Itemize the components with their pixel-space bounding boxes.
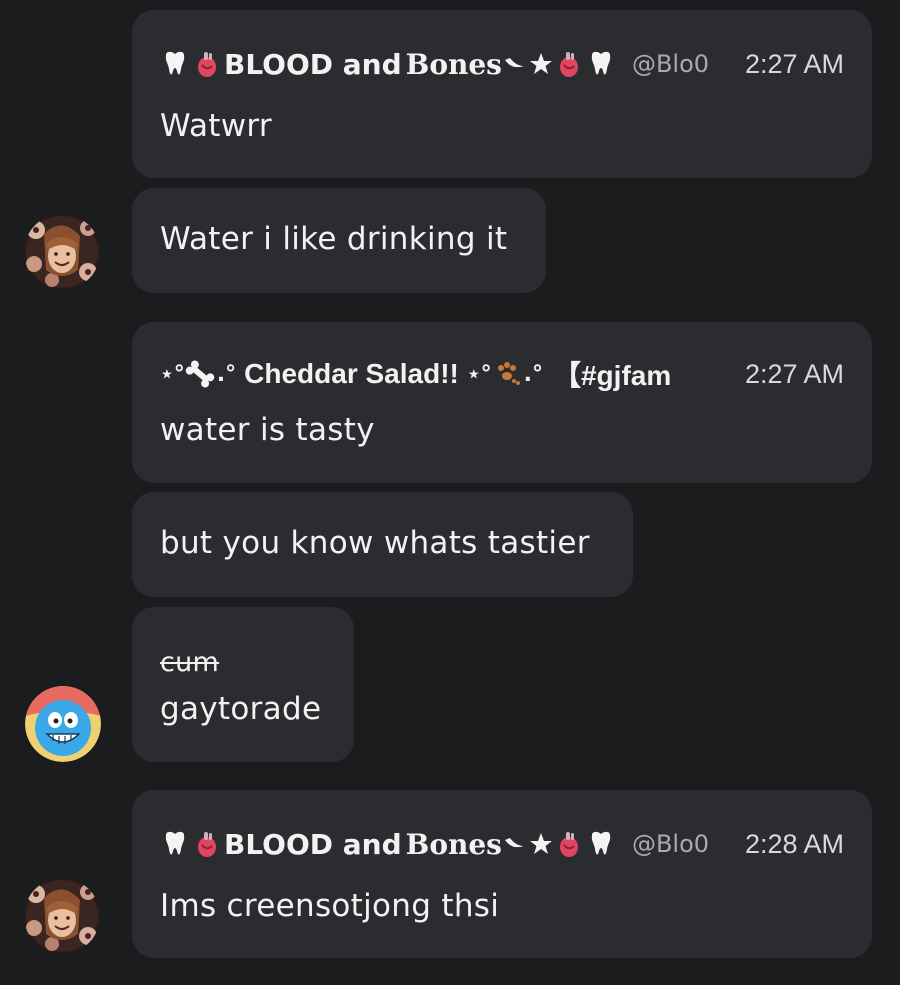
bone-icon — [185, 359, 215, 389]
message-bubble[interactable]: BLOOD and Bones @Blo0 2:28 AM Ims creens… — [132, 790, 872, 958]
name-decoration: ⋆° — [466, 361, 492, 387]
author-handle[interactable]: @Blo0 — [632, 50, 709, 78]
struck-text: cum — [160, 647, 220, 678]
author-name-fancy: Bones — [405, 827, 502, 861]
tooth-icon — [586, 829, 616, 859]
message-text: Ims creensotjong thsi — [160, 888, 500, 924]
author-name-text: BLOOD and — [224, 827, 402, 861]
message-timestamp: 2:27 AM — [744, 48, 844, 79]
pentagram-icon — [529, 828, 552, 861]
user-avatar[interactable] — [25, 686, 101, 762]
tooth-icon — [586, 49, 616, 79]
author-handle[interactable]: @Blo0 — [632, 830, 709, 858]
anatomical-heart-icon — [192, 829, 222, 859]
name-decoration: ⋆° — [160, 361, 185, 387]
author-tag: 【#gjfam — [552, 360, 672, 391]
author-name-fancy: Bones — [405, 47, 502, 81]
message-timestamp: 2:27 AM — [744, 358, 844, 389]
name-decoration-sparkle: .° — [216, 361, 237, 387]
message-header: ⋆° .° Cheddar Salad!! ⋆° .° 【#gjfam 2:27… — [160, 354, 844, 394]
message-header: BLOOD and Bones @Blo0 2:27 AM — [160, 44, 844, 84]
author-name-text: Cheddar Salad!! — [244, 358, 459, 389]
message-header: BLOOD and Bones @Blo0 2:28 AM — [160, 824, 844, 864]
message-text: Watwrr — [160, 108, 272, 144]
message-text: water is tasty — [160, 412, 375, 448]
name-decoration-sparkle: .° — [523, 361, 543, 387]
message-bubble[interactable]: but you know whats tastier — [132, 492, 633, 597]
anatomical-heart-icon — [554, 829, 584, 859]
paw-prints-icon — [492, 359, 522, 389]
message-bubble[interactable]: cum gaytorade — [132, 607, 354, 762]
message-text: but you know whats tastier — [160, 525, 590, 561]
message-text: gaytorade — [160, 691, 322, 727]
user-avatar[interactable] — [24, 214, 100, 290]
message-text: Water i like drinking it — [160, 221, 508, 257]
author-name[interactable]: BLOOD and Bones @Blo0 — [160, 828, 727, 861]
wing-icon — [504, 828, 526, 861]
author-name[interactable]: ⋆° .° Cheddar Salad!! ⋆° .° 【#gjfam — [160, 354, 727, 394]
author-name-text: BLOOD and — [224, 47, 402, 81]
tooth-icon — [160, 829, 190, 859]
message-bubble[interactable]: Water i like drinking it — [132, 188, 546, 293]
user-avatar[interactable] — [24, 878, 100, 954]
anatomical-heart-icon — [554, 49, 584, 79]
author-name[interactable]: BLOOD and Bones @Blo0 — [160, 48, 727, 81]
tooth-icon — [160, 49, 190, 79]
wing-icon — [504, 48, 526, 81]
message-timestamp: 2:28 AM — [744, 828, 844, 859]
message-bubble[interactable]: ⋆° .° Cheddar Salad!! ⋆° .° 【#gjfam 2:27… — [132, 322, 872, 483]
pentagram-icon — [529, 48, 552, 81]
anatomical-heart-icon — [192, 49, 222, 79]
message-bubble[interactable]: BLOOD and Bones @Blo0 2:27 AM Watwrr — [132, 10, 872, 178]
